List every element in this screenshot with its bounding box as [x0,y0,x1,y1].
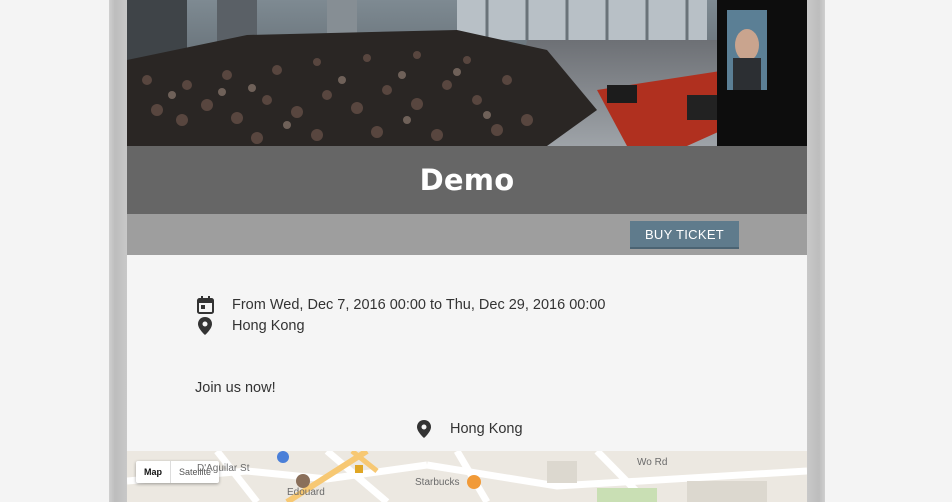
event-title-bar: Demo [127,146,807,214]
calendar-icon [195,295,215,315]
event-description: Join us now! [195,380,276,396]
event-hero-image [127,0,807,146]
map-poi-label: Starbucks [415,477,460,488]
event-details: From Wed, Dec 7, 2016 00:00 to Thu, Dec … [127,255,807,451]
location-map[interactable]: Map Satellite D'Aguilar St Wo Rd Edouard… [127,451,807,502]
map-pin-icon [195,316,215,336]
map-pin-icon [414,419,434,439]
page: Demo BUY TICKET From Wed, Dec 7, 2016 00… [0,0,952,502]
map-street-label: D'Aguilar St [197,463,250,474]
map-type-map[interactable]: Map [136,461,171,483]
event-location-row: Hong Kong [195,316,305,336]
event-date-row: From Wed, Dec 7, 2016 00:00 to Thu, Dec … [195,295,605,315]
buy-ticket-button[interactable]: BUY TICKET [630,221,739,249]
event-card: Demo BUY TICKET From Wed, Dec 7, 2016 00… [127,0,807,502]
map-location-label: Hong Kong [414,419,523,439]
ticket-bar: BUY TICKET [127,214,807,255]
map-location-text: Hong Kong [450,421,523,437]
map-street-label: Wo Rd [637,457,668,468]
map-poi-label: Edouard [287,487,325,498]
event-date-text: From Wed, Dec 7, 2016 00:00 to Thu, Dec … [232,297,606,313]
event-title: Demo [419,163,515,197]
event-location-text: Hong Kong [232,318,305,334]
